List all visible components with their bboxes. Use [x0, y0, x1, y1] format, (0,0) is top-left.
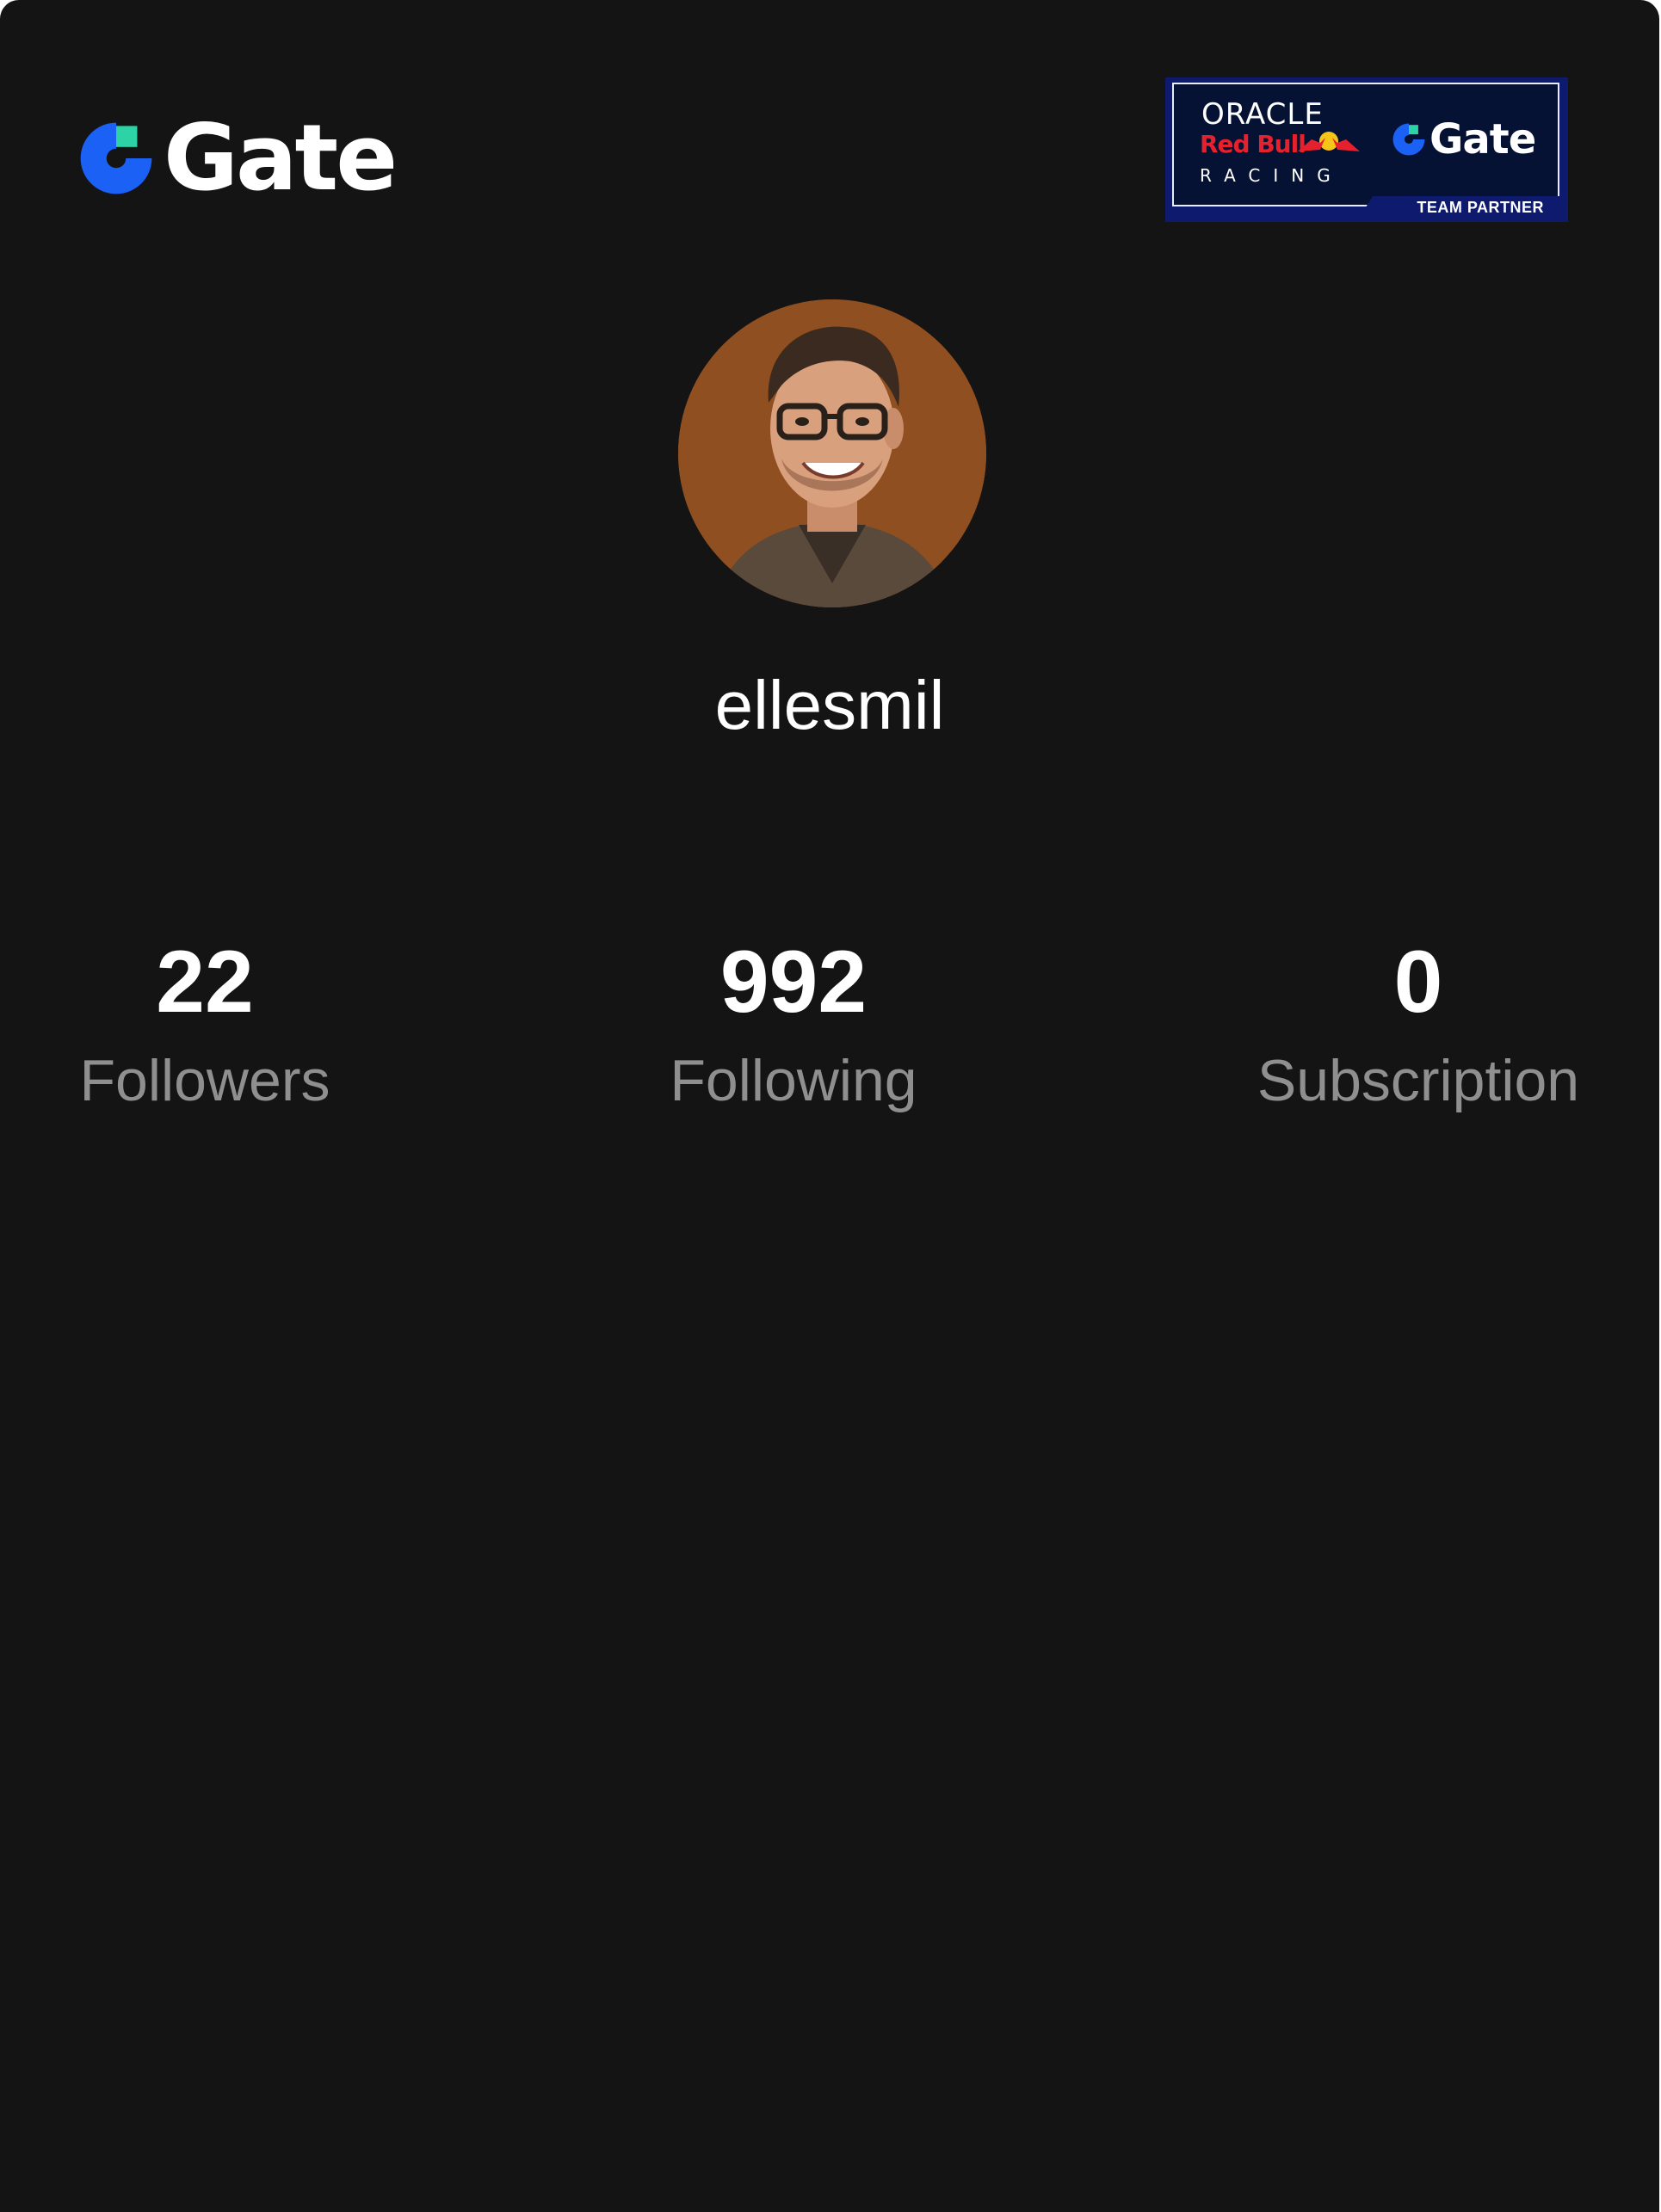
racing-wordmark: RACING	[1200, 165, 1343, 186]
red-bull-wordmark: Red Bull	[1200, 130, 1306, 158]
team-partner-label: TEAM PARTNER	[1417, 199, 1544, 216]
team-partner-badge: ORACLE Red Bull RACING Gate TEAM PARTNER	[1165, 77, 1568, 222]
profile-card: Gate ORACLE Red Bull RACING Gate TEAM PA…	[0, 0, 1659, 2212]
badge-gate-text: Gate	[1429, 115, 1536, 163]
badge-gate-logo: Gate	[1391, 115, 1536, 163]
subscription-count: 0	[1393, 933, 1443, 1031]
avatar-portrait	[678, 299, 986, 607]
followers-label: Followers	[79, 1048, 330, 1113]
subscription-label: Subscription	[1257, 1048, 1580, 1113]
following-label: Following	[670, 1048, 917, 1113]
red-bull-bulls-icon	[1298, 132, 1360, 151]
partner-badge-frame: ORACLE Red Bull RACING Gate	[1172, 83, 1559, 206]
badge-gate-logo-icon	[1392, 123, 1425, 156]
subscription-stat[interactable]: 0 Subscription	[1203, 938, 1633, 1110]
gate-logo: Gate	[76, 105, 420, 211]
gate-logo-icon	[80, 122, 152, 194]
gate-logo-text: Gate	[164, 105, 398, 211]
following-stat[interactable]: 992 Following	[621, 938, 966, 1110]
following-count: 992	[719, 933, 868, 1031]
username: ellesmil	[714, 667, 945, 743]
followers-count: 22	[156, 933, 254, 1031]
followers-stat[interactable]: 22 Followers	[33, 938, 377, 1110]
avatar	[678, 299, 986, 607]
oracle-wordmark: ORACLE	[1201, 97, 1324, 132]
